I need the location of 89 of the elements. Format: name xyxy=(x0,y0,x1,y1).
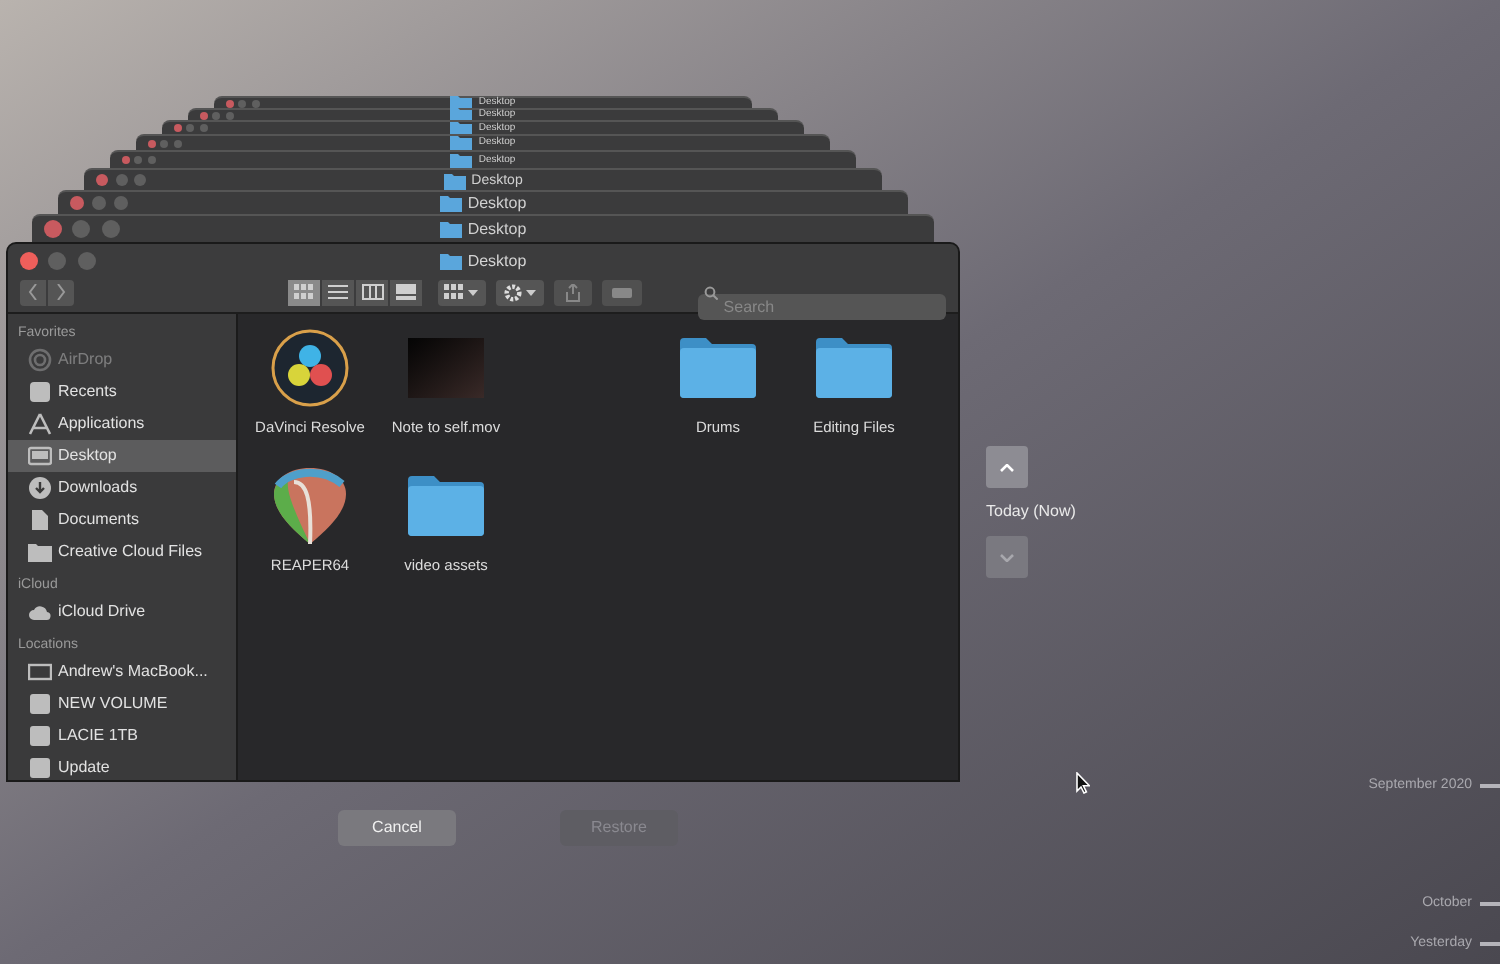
desktop-icon xyxy=(28,444,52,468)
sidebar-item[interactable]: Creative Cloud Files xyxy=(8,536,236,568)
next-button[interactable] xyxy=(986,536,1028,578)
gear-icon xyxy=(503,283,522,301)
chevron-down-icon xyxy=(1000,553,1014,561)
view-mode-button[interactable] xyxy=(288,279,320,305)
sidebar-item[interactable]: Recents xyxy=(8,376,236,408)
download-icon xyxy=(28,476,52,500)
minimize-icon[interactable] xyxy=(134,156,143,164)
drive-icon xyxy=(28,756,52,780)
close-icon[interactable] xyxy=(200,111,208,119)
chevron-left-icon xyxy=(28,284,38,300)
laptop-icon xyxy=(28,660,52,684)
view-mode-button[interactable] xyxy=(356,279,388,305)
minimize-icon[interactable] xyxy=(238,99,247,107)
sidebar-label: NEW VOLUME xyxy=(58,692,168,716)
sidebar-label: Andrew's MacBook... xyxy=(58,660,208,684)
sidebar-label: Update xyxy=(58,756,110,780)
share-button[interactable] xyxy=(553,279,593,305)
previous-button[interactable] xyxy=(986,446,1028,488)
cloud-icon xyxy=(28,600,52,624)
app-icon xyxy=(272,466,348,546)
chevron-right-icon xyxy=(56,284,66,300)
zoom-icon[interactable] xyxy=(147,156,156,164)
sidebar-item[interactable]: Desktop xyxy=(8,440,236,472)
apps-icon xyxy=(28,412,52,436)
tag-icon xyxy=(612,287,632,297)
sidebar-item[interactable]: Downloads xyxy=(8,472,236,504)
close-icon[interactable] xyxy=(226,99,234,107)
window-title: Desktop xyxy=(467,221,527,237)
folder-icon xyxy=(408,476,484,536)
window-title: Desktop xyxy=(467,195,527,211)
sidebar-label: Downloads xyxy=(58,476,138,500)
sidebar-label: Recents xyxy=(58,380,117,404)
drive-icon xyxy=(28,692,52,716)
folder-icon xyxy=(439,252,462,270)
document-icon xyxy=(28,508,52,532)
caret-icon xyxy=(468,289,479,295)
video-thumbnail xyxy=(408,338,484,398)
chevron-up-icon xyxy=(1000,463,1014,471)
folder-icon xyxy=(816,338,892,398)
view-mode-button[interactable] xyxy=(390,279,422,305)
close-icon[interactable] xyxy=(148,139,156,147)
sidebar-item[interactable]: iCloud Drive xyxy=(8,596,236,628)
caret-icon xyxy=(525,289,536,295)
close-icon[interactable] xyxy=(122,156,130,164)
window-title: Desktop xyxy=(467,253,527,269)
sidebar-label: Creative Cloud Files xyxy=(58,540,203,564)
list-icon xyxy=(328,284,348,300)
gallery-icon xyxy=(396,284,416,300)
timeline-tick xyxy=(1480,902,1500,907)
view-mode-button[interactable] xyxy=(322,279,354,305)
folder-icon xyxy=(680,338,756,398)
sidebar-label: Desktop xyxy=(58,444,117,468)
group-button[interactable] xyxy=(438,279,486,305)
close-icon[interactable] xyxy=(174,124,182,132)
timeline-tick xyxy=(1480,942,1500,947)
zoom-icon[interactable] xyxy=(225,111,234,119)
sidebar-label: Documents xyxy=(58,508,139,532)
current-time-label: Today (Now) xyxy=(986,500,1076,524)
columns-icon xyxy=(361,284,383,300)
grid-icon xyxy=(444,284,465,300)
timeline-tick xyxy=(1480,784,1500,789)
share-icon xyxy=(565,283,580,301)
app-icon xyxy=(270,328,350,408)
sidebar-item[interactable]: Update xyxy=(8,752,236,780)
sidebar-item[interactable]: Andrew's MacBook... xyxy=(8,656,236,688)
dialog-button[interactable]: Cancel xyxy=(338,810,456,846)
sidebar-label: AirDrop xyxy=(58,348,113,372)
sidebar-label: LACIE 1TB xyxy=(58,724,139,748)
zoom-icon[interactable] xyxy=(251,99,260,107)
grid-icon xyxy=(294,284,314,300)
back-button[interactable] xyxy=(20,279,46,305)
drive-icon xyxy=(28,724,52,748)
sidebar-item[interactable]: LACIE 1TB xyxy=(8,720,236,752)
tag-button[interactable] xyxy=(602,279,642,305)
sidebar-label: iCloud Drive xyxy=(58,600,146,624)
sidebar-item[interactable]: Documents xyxy=(8,504,236,536)
minimize-icon[interactable] xyxy=(212,111,221,119)
sidebar-item[interactable]: NEW VOLUME xyxy=(8,688,236,720)
sidebar-item[interactable]: Applications xyxy=(8,408,236,440)
folder-icon xyxy=(439,220,462,238)
search-icon xyxy=(703,285,718,299)
mouse-pointer-icon xyxy=(1076,772,1090,794)
forward-button[interactable] xyxy=(48,279,74,305)
action-button[interactable] xyxy=(495,279,544,305)
airdrop-icon xyxy=(28,348,52,372)
folder-icon xyxy=(28,540,52,564)
sidebar-label: Applications xyxy=(58,412,145,436)
